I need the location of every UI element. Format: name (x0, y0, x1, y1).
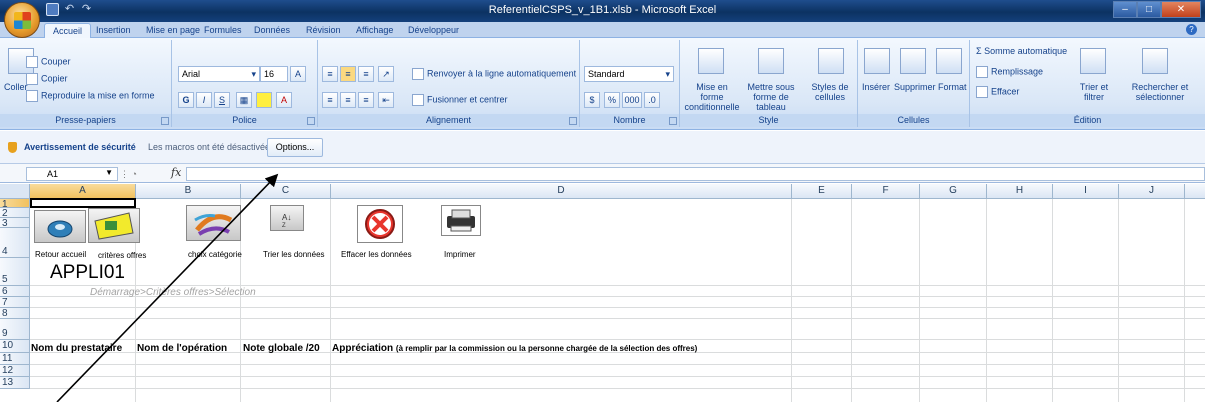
office-logo-icon (14, 12, 31, 29)
annotation-arrow (56, 173, 279, 402)
office-button[interactable] (4, 2, 40, 38)
